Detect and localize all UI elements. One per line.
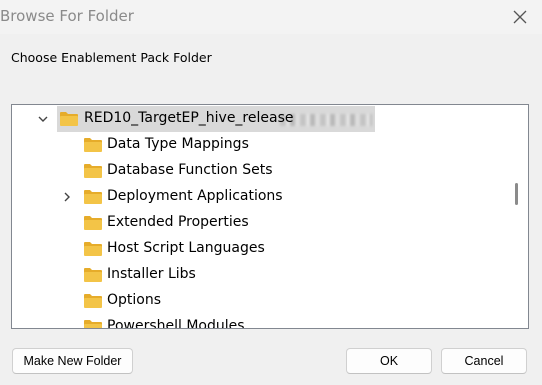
- collapse-toggle[interactable]: [37, 113, 49, 125]
- folder-icon: [84, 268, 102, 282]
- tree-item-label: Installer Libs: [107, 266, 196, 282]
- tree-item-label: Data Type Mappings: [107, 136, 249, 152]
- tree-item[interactable]: Extended Properties: [12, 211, 506, 235]
- close-button[interactable]: [498, 0, 542, 34]
- folder-icon: [84, 216, 102, 230]
- tree-item-label: Host Script Languages: [107, 240, 265, 256]
- tree-item-label: Powershell Modules: [107, 318, 245, 329]
- folder-icon: [84, 190, 102, 204]
- folder-icon: [84, 320, 102, 328]
- folder-tree[interactable]: RED10_TargetEP_hive_release Data Type Map…: [11, 104, 529, 329]
- tree-item-label: Options: [107, 292, 162, 308]
- tree-item[interactable]: Data Type Mappings: [12, 133, 506, 157]
- folder-icon: [84, 294, 102, 308]
- folder-icon: [60, 112, 78, 126]
- chevron-down-icon: [38, 116, 48, 122]
- tree-root-item[interactable]: RED10_TargetEP_hive_release: [12, 106, 506, 132]
- tree-item-label: RED10_TargetEP_hive_release: [84, 110, 294, 126]
- tree-item[interactable]: Installer Libs: [12, 263, 506, 287]
- ok-button[interactable]: OK: [346, 348, 432, 374]
- tree-item[interactable]: Powershell Modules: [12, 315, 506, 329]
- tree-item-label: Deployment Applications: [107, 188, 283, 204]
- tree-item-label: Extended Properties: [107, 214, 249, 230]
- folder-icon: [84, 242, 102, 256]
- tree-item[interactable]: Host Script Languages: [12, 237, 506, 261]
- tree-item[interactable]: Deployment Applications: [12, 185, 506, 209]
- make-new-folder-button[interactable]: Make New Folder: [12, 348, 133, 374]
- folder-icon: [84, 138, 102, 152]
- vertical-scrollbar[interactable]: [506, 105, 528, 328]
- scrollbar-thumb[interactable]: [515, 183, 518, 205]
- title-bar: Browse For Folder: [0, 0, 542, 34]
- chevron-right-icon: [64, 192, 70, 202]
- window-title: Browse For Folder: [0, 7, 134, 25]
- cancel-button[interactable]: Cancel: [441, 348, 527, 374]
- dialog-prompt: Choose Enablement Pack Folder: [11, 50, 212, 65]
- expand-toggle[interactable]: [61, 191, 73, 203]
- redacted-text: [280, 114, 372, 126]
- tree-item-label: Database Function Sets: [107, 162, 273, 178]
- close-icon: [513, 10, 527, 24]
- folder-icon: [84, 164, 102, 178]
- tree-item[interactable]: Options: [12, 289, 506, 313]
- tree-item[interactable]: Database Function Sets: [12, 159, 506, 183]
